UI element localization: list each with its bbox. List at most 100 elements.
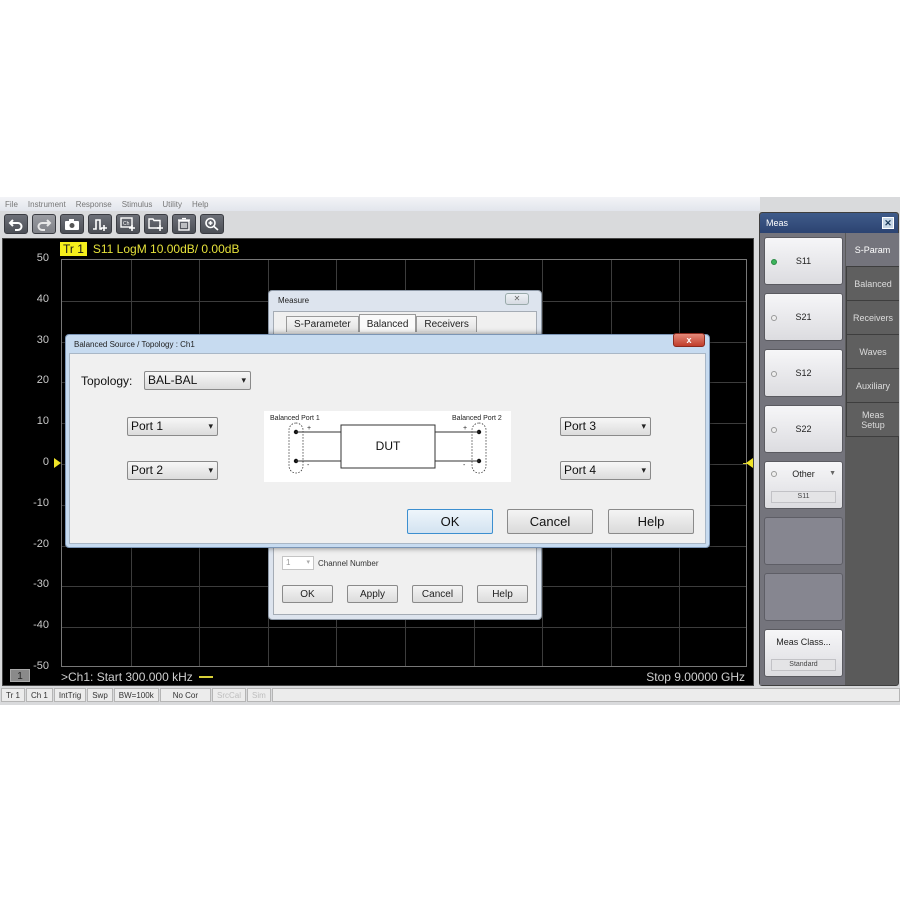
add-window-button[interactable] — [144, 214, 168, 234]
channel-number-badge[interactable]: 1 — [10, 669, 30, 682]
y-tick-label: -30 — [33, 578, 49, 591]
help-button[interactable]: Help — [608, 509, 694, 534]
balanced-dialog-body: Topology: BAL-BAL Port 1 Port 2 Port 3 P… — [69, 353, 706, 544]
chevron-down-icon: ▼ — [829, 470, 836, 477]
meas-panel-title: Meas — [766, 218, 789, 228]
topology-select[interactable]: BAL-BAL — [144, 371, 251, 390]
right-port-plus-select[interactable]: Port 3 — [560, 417, 651, 436]
minus-sign: - — [307, 462, 310, 469]
tab-receivers[interactable]: Receivers — [416, 316, 477, 332]
y-tick-label: 10 — [36, 415, 49, 428]
cancel-button[interactable]: Cancel — [412, 585, 463, 603]
start-frequency-label: >Ch1: Start 300.000 kHz — [61, 670, 193, 684]
tab-auxiliary[interactable]: Auxiliary — [846, 369, 899, 403]
meas-button-s12[interactable]: S12 — [764, 349, 843, 397]
trace-legend-line — [198, 676, 213, 678]
menu-bar: File Instrument Response Stimulus Utilit… — [0, 197, 760, 211]
status-bar: Tr 1 Ch 1 IntTrig Swp BW=100k No Cor Src… — [0, 688, 900, 703]
menu-stimulus[interactable]: Stimulus — [117, 200, 158, 209]
meas-button-area: S11 S21 S12 S22 Other ▼ S11 Meas Class..… — [760, 233, 845, 685]
y-tick-label: -10 — [33, 496, 49, 509]
balanced-port-1-label: Balanced Port 1 — [270, 415, 320, 422]
network-analyzer-app: File Instrument Response Stimulus Utilit… — [0, 197, 900, 705]
start-frequency: >Ch1: Start 300.000 kHz — [61, 670, 213, 684]
meas-class-button[interactable]: Meas Class... Standard — [764, 629, 843, 677]
delete-button[interactable] — [172, 214, 196, 234]
undo-button[interactable] — [4, 214, 28, 234]
redo-icon — [37, 219, 52, 231]
menu-file[interactable]: File — [0, 200, 23, 209]
meas-button-s21[interactable]: S21 — [764, 293, 843, 341]
meas-panel-header: Meas ✕ — [760, 213, 898, 233]
help-button[interactable]: Help — [477, 585, 528, 603]
tab-s-parameter[interactable]: S-Parameter — [286, 316, 359, 332]
menu-response[interactable]: Response — [71, 200, 117, 209]
trace-title: Tr 1 S11 LogM 10.00dB/ 0.00dB — [60, 242, 239, 256]
trace-badge[interactable]: Tr 1 — [60, 242, 87, 256]
left-port-minus-select[interactable]: Port 2 — [127, 461, 218, 480]
balanced-port-2-label: Balanced Port 2 — [452, 415, 502, 422]
add-window-icon — [148, 218, 163, 231]
dut-label: DUT — [376, 439, 401, 453]
menu-help[interactable]: Help — [187, 200, 213, 209]
tab-meas-setup[interactable]: Meas Setup — [846, 403, 899, 437]
left-port-plus-select[interactable]: Port 1 — [127, 417, 218, 436]
status-trace[interactable]: Tr 1 — [1, 688, 25, 702]
meas-button-label: S21 — [795, 312, 812, 322]
cancel-button[interactable]: Cancel — [507, 509, 593, 534]
reference-marker-left[interactable] — [54, 458, 61, 468]
tab-s-param[interactable]: S-Param — [846, 233, 899, 267]
status-correction[interactable]: No Cor — [159, 688, 212, 702]
grid-line-horizontal — [62, 627, 746, 629]
tab-balanced[interactable]: Balanced — [358, 314, 417, 332]
close-icon[interactable]: ✕ — [882, 217, 894, 229]
tab-balanced[interactable]: Balanced — [846, 267, 899, 301]
measure-dialog-title: Measure — [278, 296, 310, 305]
status-trigger[interactable]: IntTrig — [53, 688, 87, 702]
tab-waves[interactable]: Waves — [846, 335, 899, 369]
status-empty — [271, 688, 900, 702]
ok-button[interactable]: OK — [282, 585, 333, 603]
status-bandwidth[interactable]: BW=100k — [113, 688, 159, 702]
screenshot-button[interactable] — [60, 214, 84, 234]
y-tick-label: 20 — [36, 374, 49, 387]
meas-button-s22[interactable]: S22 — [764, 405, 843, 453]
meas-button-label: S11 — [795, 256, 812, 266]
close-icon[interactable]: x — [673, 333, 705, 347]
meas-button-other[interactable]: Other ▼ S11 — [764, 461, 843, 509]
menu-utility[interactable]: Utility — [157, 200, 187, 209]
ok-button[interactable]: OK — [407, 509, 493, 534]
toolbar: Ch — [0, 211, 760, 237]
y-tick-label: -20 — [33, 537, 49, 550]
y-tick-label: -40 — [33, 619, 49, 632]
balanced-topology-dialog: Balanced Source / Topology : Ch1 x Topol… — [65, 333, 710, 548]
empty-slot — [764, 517, 843, 565]
meas-other-value: S11 — [771, 491, 836, 503]
empty-slot — [764, 573, 843, 621]
meas-button-s11[interactable]: S11 — [764, 237, 843, 285]
apply-button[interactable]: Apply — [347, 585, 398, 603]
menu-instrument[interactable]: Instrument — [23, 200, 71, 209]
meas-tabs: S-Param Balanced Receivers Waves Auxilia… — [846, 233, 899, 437]
status-channel[interactable]: Ch 1 — [25, 688, 53, 702]
zoom-button[interactable] — [200, 214, 224, 234]
y-tick-label: 50 — [36, 252, 49, 264]
channel-number-select[interactable]: 1 — [282, 556, 314, 570]
measure-dialog-buttons: OK Apply Cancel Help — [282, 585, 528, 603]
y-tick-label: 40 — [36, 292, 49, 305]
trace-description: S11 LogM 10.00dB/ 0.00dB — [92, 242, 240, 256]
meas-button-label: S12 — [795, 368, 812, 378]
status-sweep[interactable]: Swp — [87, 688, 113, 702]
meas-button-label: S22 — [795, 424, 812, 434]
y-tick-label: 0 — [42, 456, 49, 468]
add-trace-button[interactable] — [88, 214, 112, 234]
close-icon[interactable]: ✕ — [505, 293, 529, 305]
redo-button[interactable] — [32, 214, 56, 234]
channel-number-row: 1 Channel Number — [282, 556, 378, 570]
right-port-minus-select[interactable]: Port 4 — [560, 461, 651, 480]
add-channel-button[interactable]: Ch — [116, 214, 140, 234]
topology-diagram: Balanced Port 1 Balanced Port 2 DUT + - — [264, 411, 511, 482]
stop-frequency-label: Stop 9.00000 GHz — [646, 670, 745, 684]
tab-receivers[interactable]: Receivers — [846, 301, 899, 335]
reference-marker-right[interactable] — [746, 458, 753, 468]
